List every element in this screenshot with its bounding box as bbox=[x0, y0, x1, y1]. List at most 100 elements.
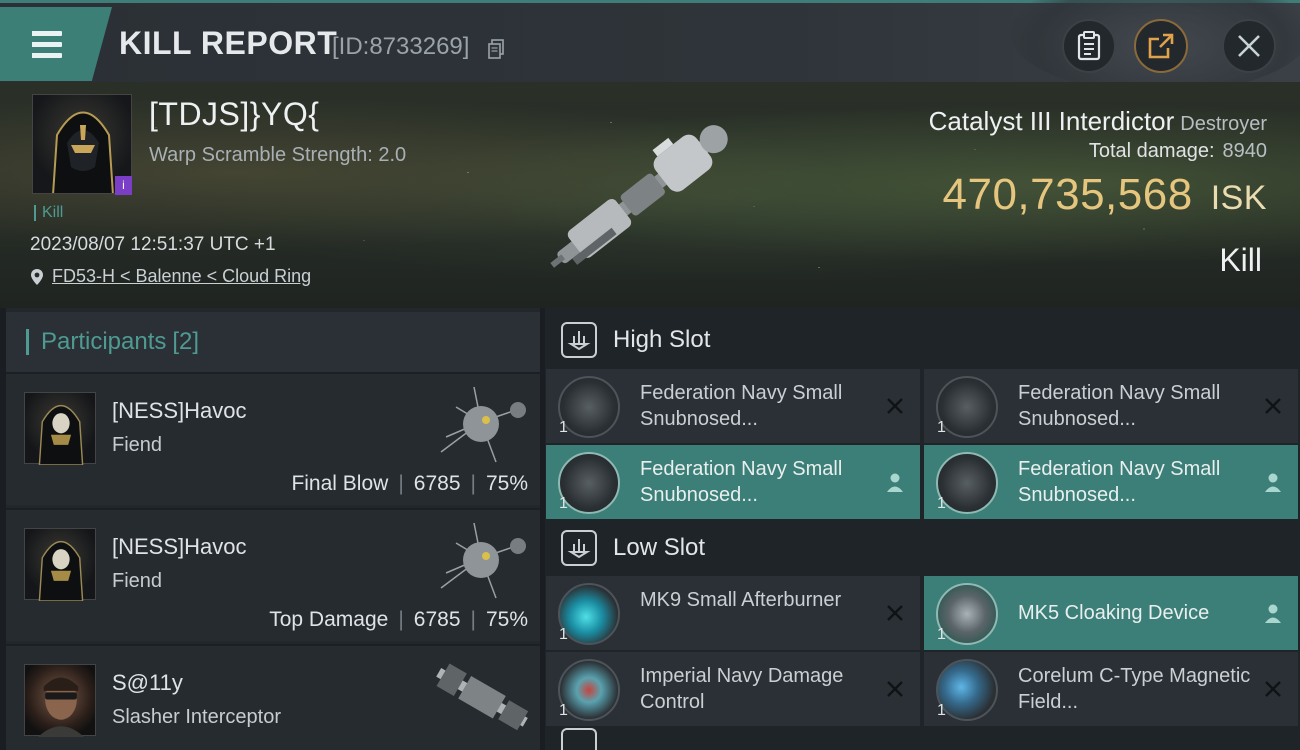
ship-name: Catalyst III Interdictor Destroyer bbox=[929, 106, 1267, 137]
top-bar: KILL REPORT [ID:8733269] bbox=[0, 0, 1300, 93]
module-name: Federation Navy Small Snubnosed... bbox=[1018, 458, 1221, 506]
victim-name: [TDJS]}YQ{ bbox=[149, 96, 320, 132]
participant-damage: 6785 bbox=[413, 472, 461, 495]
module-name: MK5 Cloaking Device bbox=[1018, 602, 1210, 624]
module-slot[interactable]: 1 Federation Navy Small Snubnosed... bbox=[546, 445, 920, 519]
participant-name: [NESS]Havoc bbox=[112, 398, 247, 423]
low-slot-icon bbox=[561, 530, 597, 566]
high-slot-header: High Slot bbox=[545, 308, 1300, 372]
participant-damage: 6785 bbox=[413, 608, 461, 631]
participant-row[interactable]: [NESS]Havoc Fiend Final Blow | 6785 | 75% bbox=[6, 372, 540, 505]
dropped-person-icon bbox=[1262, 602, 1284, 624]
share-button[interactable] bbox=[1134, 19, 1188, 73]
destroyed-icon bbox=[1262, 395, 1284, 417]
participant-ship-image bbox=[440, 386, 526, 463]
module-slot[interactable]: 1 Federation Navy Small Snubnosed... bbox=[924, 445, 1298, 519]
module-quantity: 1 bbox=[559, 626, 568, 643]
location-text: FD53-H < Balenne < Cloud Ring bbox=[52, 266, 312, 286]
participant-stats: Top Damage | 6785 | 75% bbox=[269, 608, 528, 632]
mid-slot-icon bbox=[561, 728, 597, 750]
isk-amount: 470,735,568 bbox=[942, 170, 1193, 219]
isk-value: 470,735,568 ISK bbox=[943, 170, 1268, 220]
participant-ship-image bbox=[440, 522, 526, 599]
module-slot[interactable]: 1 Federation Navy Small Snubnosed... bbox=[546, 369, 920, 443]
module-quantity: 1 bbox=[937, 702, 946, 719]
participant-percent: 75% bbox=[485, 608, 528, 631]
low-slot-header: Low Slot bbox=[545, 516, 1300, 580]
module-slot[interactable]: 1 Imperial Navy Damage Control bbox=[546, 652, 920, 726]
menu-button[interactable] bbox=[0, 7, 112, 81]
divider: | bbox=[398, 472, 404, 495]
total-damage-value: 8940 bbox=[1222, 140, 1268, 162]
divider: | bbox=[398, 608, 404, 631]
kill-result: Kill bbox=[1219, 242, 1262, 278]
module-name: Imperial Navy Damage Control bbox=[640, 665, 844, 713]
participant-percent: 75% bbox=[485, 472, 528, 495]
isk-unit: ISK bbox=[1210, 179, 1267, 217]
module-name: Federation Navy Small Snubnosed... bbox=[640, 458, 843, 506]
copy-icon[interactable] bbox=[487, 39, 505, 59]
clipboard-icon bbox=[1077, 31, 1101, 61]
victim-banner: i [TDJS]}YQ{ Warp Scramble Strength: 2.0… bbox=[0, 82, 1300, 308]
ship-class: Destroyer bbox=[1180, 113, 1267, 135]
participant-ship: Fiend bbox=[112, 570, 163, 592]
participant-row[interactable]: [NESS]Havoc Fiend Top Damage | 6785 | 75% bbox=[6, 508, 540, 641]
dropped-person-icon bbox=[884, 471, 906, 493]
participant-role: Final Blow bbox=[291, 472, 389, 495]
module-quantity: 1 bbox=[559, 495, 568, 512]
module-name: Federation Navy Small Snubnosed... bbox=[1018, 382, 1221, 430]
module-slot[interactable]: 1 Corelum C-Type Magnetic Field... bbox=[924, 652, 1298, 726]
participants-title: Participants bbox=[41, 328, 167, 355]
participant-name: S@11y bbox=[112, 670, 183, 695]
participant-avatar[interactable] bbox=[24, 392, 96, 466]
clipboard-button[interactable] bbox=[1062, 19, 1116, 73]
destroyed-icon bbox=[1262, 678, 1284, 700]
victim-subtitle: Warp Scramble Strength: 2.0 bbox=[149, 144, 407, 166]
module-slot[interactable]: 1 MK5 Cloaking Device bbox=[924, 576, 1298, 650]
participants-panel: Participants [2] [NESS]Havoc Fiend Final… bbox=[6, 308, 540, 750]
module-quantity: 1 bbox=[559, 702, 568, 719]
participants-header[interactable]: Participants [2] bbox=[6, 312, 540, 372]
module-slot[interactable]: 1 Federation Navy Small Snubnosed... bbox=[924, 369, 1298, 443]
participant-role: Top Damage bbox=[269, 608, 389, 631]
module-quantity: 1 bbox=[937, 495, 946, 512]
section-marker bbox=[26, 329, 29, 355]
dropped-person-icon bbox=[1262, 471, 1284, 493]
info-badge[interactable]: i bbox=[115, 176, 132, 195]
participants-count: [2] bbox=[172, 328, 200, 355]
total-damage: Total damage: 8940 bbox=[1089, 140, 1267, 163]
participant-name: [NESS]Havoc bbox=[112, 534, 247, 559]
module-quantity: 1 bbox=[937, 626, 946, 643]
hooded-pilot-icon bbox=[38, 540, 84, 602]
ship-name-text: Catalyst III Interdictor bbox=[928, 106, 1175, 136]
menu-icon bbox=[26, 31, 62, 59]
high-slot-icon bbox=[561, 322, 597, 358]
module-name: Corelum C-Type Magnetic Field... bbox=[1018, 665, 1251, 713]
hooded-pilot-icon bbox=[38, 404, 84, 466]
location-pin-icon bbox=[31, 268, 43, 285]
close-button[interactable] bbox=[1222, 19, 1276, 73]
module-slot[interactable]: 1 MK9 Small Afterburner bbox=[546, 576, 920, 650]
timestamp: 2023/08/07 12:51:37 UTC +1 bbox=[30, 234, 276, 255]
module-quantity: 1 bbox=[559, 419, 568, 436]
divider: | bbox=[470, 608, 476, 631]
module-name: Federation Navy Small Snubnosed... bbox=[640, 382, 843, 430]
location-link[interactable]: FD53-H < Balenne < Cloud Ring bbox=[30, 266, 311, 287]
kill-tag: Kill bbox=[34, 205, 63, 221]
fitting-panel: High Slot 1 Federation Navy Small Snubno… bbox=[545, 308, 1300, 750]
participant-ship: Slasher Interceptor bbox=[112, 706, 281, 728]
destroyed-icon bbox=[884, 395, 906, 417]
share-icon bbox=[1148, 33, 1174, 59]
module-quantity: 1 bbox=[937, 419, 946, 436]
report-id: [ID:8733269] bbox=[332, 33, 470, 60]
participant-stats: Final Blow | 6785 | 75% bbox=[291, 472, 528, 496]
participant-avatar[interactable] bbox=[24, 528, 96, 602]
module-name: MK9 Small Afterburner bbox=[640, 589, 842, 611]
divider: | bbox=[470, 472, 476, 495]
low-slot-title: Low Slot bbox=[613, 534, 706, 561]
total-damage-label: Total damage: bbox=[1088, 140, 1215, 162]
pilot-portrait-icon bbox=[37, 677, 85, 737]
participant-row[interactable]: S@11y Slasher Interceptor bbox=[6, 644, 540, 750]
participant-ship-image bbox=[436, 663, 529, 731]
participant-avatar[interactable] bbox=[24, 664, 96, 737]
